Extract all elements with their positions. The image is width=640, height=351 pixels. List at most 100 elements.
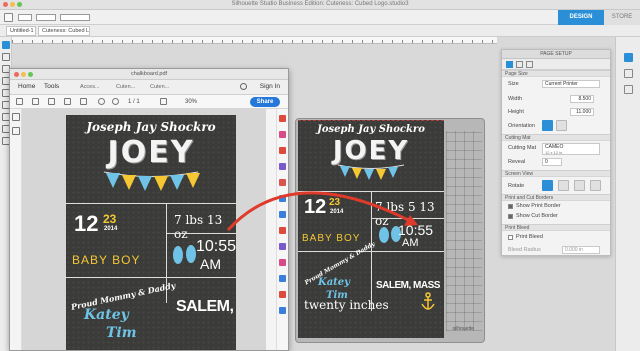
section-screen-view: Screen View <box>502 170 610 177</box>
page-total: / 1 <box>133 99 140 105</box>
help-icon[interactable] <box>240 83 247 90</box>
next-page-icon[interactable] <box>112 98 119 105</box>
show-cut-border-label: Show Cut Border <box>516 213 558 219</box>
scan-icon[interactable] <box>279 307 286 314</box>
pdf-tabs: Home Tools Acces... Cuten... Cuten... Si… <box>10 80 288 95</box>
section-print-cut: Print and Cut Borders <box>502 194 610 201</box>
chalk-nickname: JOEY <box>107 135 195 170</box>
rotate-270-button[interactable] <box>590 180 601 191</box>
rotate-90-button[interactable] <box>558 180 569 191</box>
select-tool-icon[interactable] <box>160 98 167 105</box>
bleed-radius-label: Bleed Radius <box>508 247 541 253</box>
page-tab-icon[interactable] <box>506 61 513 68</box>
line-color-swatch[interactable] <box>18 14 32 21</box>
section-page-size: Page Size <box>502 70 610 77</box>
grid-tab-icon[interactable] <box>516 61 523 68</box>
red-arrow <box>226 191 418 232</box>
pointer-tool-icon[interactable] <box>2 41 10 49</box>
chalk-parent-2: Tim <box>106 325 137 341</box>
print-bleed-checkbox[interactable] <box>508 235 513 240</box>
send-signature-icon[interactable] <box>279 259 286 266</box>
save-icon[interactable] <box>16 98 23 105</box>
send-for-review-icon[interactable] <box>279 243 286 250</box>
size-label: Size <box>508 81 519 87</box>
page-setup-icon[interactable] <box>624 53 633 62</box>
print-bleed-label: Print Bleed <box>516 234 543 240</box>
comment-icon[interactable] <box>279 163 286 170</box>
line-style-dropdown[interactable] <box>36 14 56 21</box>
create-pdf-icon[interactable] <box>279 115 286 122</box>
app-toolbar: DESIGN STORE <box>0 10 640 25</box>
page-setup-title: PAGE SETUP <box>502 50 610 59</box>
section-cutting-mat: Cutting Mat <box>502 134 610 141</box>
tab-tools[interactable]: Tools <box>44 83 59 90</box>
pdf-chalkboard: Joseph Jay Shockro JOEY 12 23 2014 7 lbs… <box>66 115 236 350</box>
right-panel-strip <box>615 37 640 351</box>
chalk-city: SALEM, <box>176 298 234 315</box>
design-tab[interactable]: DESIGN <box>558 10 604 25</box>
send-icon[interactable] <box>624 69 633 78</box>
mat-grid <box>446 131 482 331</box>
print-production-icon[interactable] <box>279 291 286 298</box>
library-icon[interactable] <box>624 85 633 94</box>
zoom-level[interactable]: 30% <box>185 99 197 105</box>
chalk-city: SALEM, MASS <box>376 280 440 291</box>
chalk-length: twenty inches <box>304 298 389 312</box>
chalk-date-year: 2014 <box>104 226 118 232</box>
share-button[interactable]: Share <box>250 97 280 107</box>
rotate-180-button[interactable] <box>574 180 585 191</box>
height-label: Height <box>508 109 524 115</box>
doc-tab-untitled[interactable]: Untitled-1 <box>6 26 36 36</box>
upload-icon[interactable] <box>32 98 39 105</box>
chalk-time: 10:55 <box>196 238 236 255</box>
export-pdf-icon[interactable] <box>279 147 286 154</box>
chalk-name: Joseph Jay Shockro <box>86 120 216 134</box>
settings-tab-icon[interactable] <box>526 61 533 68</box>
pdf-titlebar: chalkboard.pdf <box>10 69 288 80</box>
width-field[interactable]: 8.500 <box>570 95 594 103</box>
anchor-icon <box>421 292 435 310</box>
print-border <box>298 120 444 122</box>
chalk-ampm: AM <box>200 256 221 272</box>
portrait-button[interactable] <box>542 120 553 131</box>
rotate-0-button[interactable] <box>542 180 553 191</box>
edit-pdf-icon[interactable] <box>279 131 286 138</box>
page-thumbnails-icon[interactable] <box>12 113 20 121</box>
show-print-border-label: Show Print Border <box>516 203 561 209</box>
chalk-bunting <box>103 171 200 191</box>
reveal-label: Reveal <box>508 159 526 165</box>
cutting-mat-dropdown[interactable]: CAMEO 12 x 12 in <box>542 143 600 155</box>
bleed-radius-field[interactable]: 0.000 in <box>562 246 600 254</box>
tab-home[interactable]: Home <box>18 83 35 90</box>
show-print-border-checkbox[interactable] <box>508 204 513 209</box>
print-icon[interactable] <box>48 98 55 105</box>
app-titlebar: Silhouette Studio Business Edition: Cute… <box>0 0 640 10</box>
sign-in-link[interactable]: Sign In <box>260 83 280 90</box>
doc-tab-cuteness[interactable]: Cuteness: Cubed Lo... <box>38 26 90 36</box>
landscape-button[interactable] <box>556 120 567 131</box>
store-tab[interactable]: STORE <box>604 10 640 25</box>
search-icon[interactable] <box>80 98 87 105</box>
more-tools-icon[interactable] <box>279 275 286 282</box>
tab-cuteness-2[interactable]: Cuten... <box>150 84 169 90</box>
edit-points-icon[interactable] <box>2 53 10 61</box>
height-field[interactable]: 11.000 <box>570 108 594 116</box>
page-current[interactable]: 1 <box>128 99 131 105</box>
bookmarks-icon[interactable] <box>12 127 20 135</box>
pdf-toolbar: 1 / 1 30% Share <box>10 95 288 109</box>
mat-brand: silhouette <box>452 326 474 332</box>
chalk-name: Joseph Jay Shockro <box>317 124 425 135</box>
select-tool-icon[interactable] <box>4 13 13 22</box>
show-cut-border-checkbox[interactable] <box>508 214 513 219</box>
prev-page-icon[interactable] <box>98 98 105 105</box>
reveal-field[interactable]: 0 <box>542 158 562 166</box>
chalk-parent-1: Katey <box>84 307 129 323</box>
tab-cuteness-1[interactable]: Cuten... <box>116 84 135 90</box>
pdf-filename: chalkboard.pdf <box>130 71 168 77</box>
email-icon[interactable] <box>64 98 71 105</box>
size-dropdown[interactable]: Current Printer <box>542 80 600 88</box>
divider <box>298 251 444 252</box>
tab-access[interactable]: Acces... <box>80 84 100 90</box>
line-width-field[interactable] <box>60 14 90 21</box>
chalk-parent-1: Katey <box>318 277 350 288</box>
